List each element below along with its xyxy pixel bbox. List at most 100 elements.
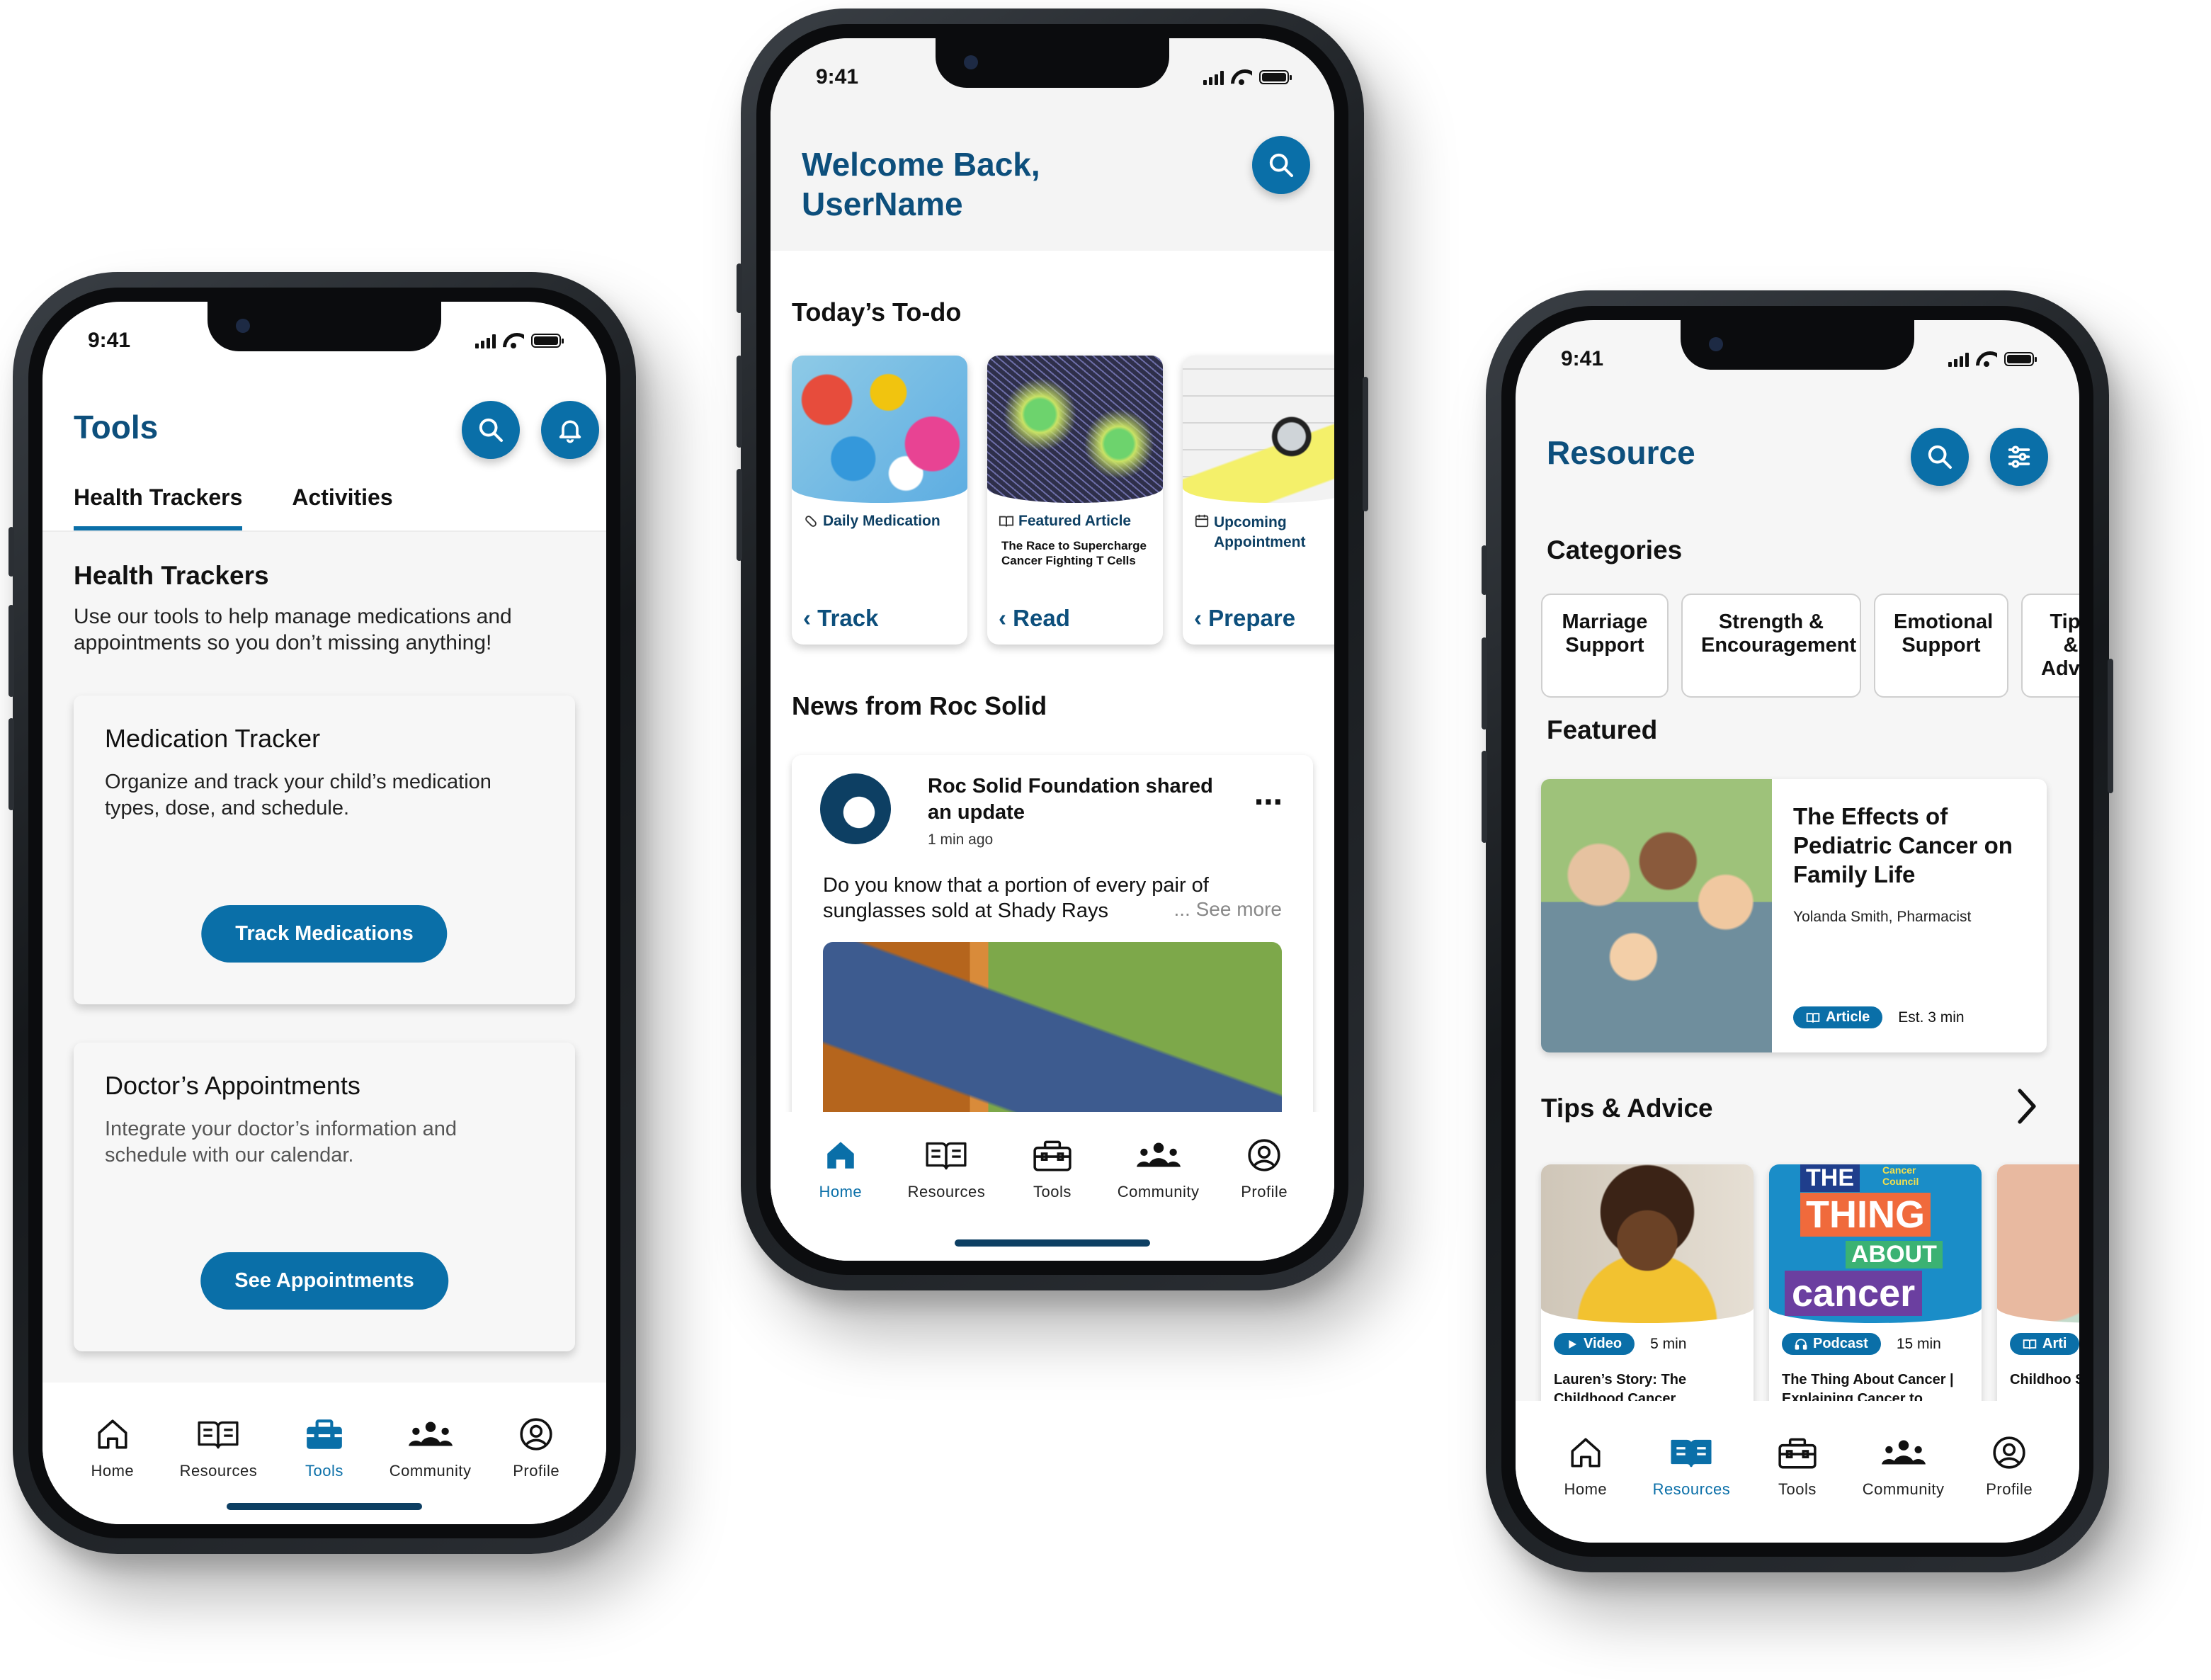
- nav-label: Profile: [1241, 1183, 1288, 1201]
- categories-title: Categories: [1547, 535, 1683, 564]
- card-description: Organize and track your child’s medicati…: [105, 771, 491, 819]
- badge-label: Video: [1584, 1336, 1622, 1351]
- signal-icon: [475, 333, 496, 348]
- see-more-link[interactable]: ... See more: [1173, 898, 1282, 921]
- signal-icon: [1948, 351, 1969, 367]
- duration: 5 min: [1650, 1335, 1687, 1352]
- status-time: 9:41: [1561, 347, 1604, 370]
- doctor-appointments-card: Doctor’s Appointments Integrate your doc…: [74, 1043, 575, 1351]
- nav-home[interactable]: Home: [788, 1137, 894, 1201]
- nav-tools[interactable]: Tools: [1744, 1435, 1851, 1499]
- todo-action-label: Track: [817, 605, 879, 631]
- book-icon: [1671, 1439, 1712, 1468]
- podcast-thing: THING: [1800, 1193, 1931, 1237]
- todo-card-appointment[interactable]: Upcoming Appointment ‹ Prepare: [1183, 356, 1334, 645]
- track-medications-button[interactable]: Track Medications: [201, 905, 448, 963]
- featured-article-title: The Effects of Pediatric Cancer on Famil…: [1793, 803, 2013, 887]
- tip-card-video[interactable]: Video 5 min Lauren’s Story: The Childhoo…: [1541, 1164, 1754, 1434]
- status-time: 9:41: [88, 329, 131, 352]
- search-button[interactable]: [462, 401, 520, 459]
- category-strength-encouragement[interactable]: Strength & Encouragement: [1681, 594, 1861, 698]
- todo-card-medication[interactable]: Daily Medication ‹ Track: [792, 356, 967, 645]
- community-icon: [1136, 1142, 1181, 1167]
- nav-home[interactable]: Home: [1533, 1435, 1639, 1499]
- book-icon: [198, 1421, 239, 1449]
- home-indicator: [227, 1503, 422, 1510]
- todo-tag-label: Upcoming Appointment: [1214, 514, 1306, 550]
- category-tips-advice[interactable]: Tips & Advice: [2021, 594, 2079, 698]
- nav-community[interactable]: Community: [1106, 1137, 1212, 1201]
- read-time: Est. 3 min: [1898, 1009, 1965, 1026]
- featured-title: Featured: [1547, 715, 1658, 744]
- home-icon: [1571, 1438, 1601, 1468]
- see-appointments-button[interactable]: See Appointments: [200, 1252, 448, 1310]
- tab-activities[interactable]: Activities: [292, 484, 392, 531]
- nav-label: Community: [1117, 1183, 1200, 1201]
- nav-label: Resources: [179, 1462, 258, 1480]
- pill-icon: [805, 516, 817, 527]
- podcast-art: THE Cancer Council THING ABOUT cancer: [1769, 1164, 1982, 1323]
- family-photo: [1541, 779, 1772, 1052]
- category-list: Marriage Support Strength & Encouragemen…: [1541, 594, 2079, 698]
- todo-action-label: Prepare: [1208, 605, 1296, 631]
- nav-label: Community: [389, 1462, 472, 1480]
- battery-icon: [531, 334, 564, 348]
- more-options-icon[interactable]: ⋯: [1254, 786, 1285, 819]
- nav-label: Home: [91, 1462, 135, 1480]
- headphones-icon: [1795, 1338, 1807, 1350]
- video-badge: Video: [1554, 1333, 1635, 1355]
- nav-community[interactable]: Community: [377, 1417, 484, 1480]
- search-button[interactable]: [1911, 428, 1969, 486]
- duration: 15 min: [1896, 1335, 1941, 1352]
- nav-resources[interactable]: Resources: [894, 1137, 1000, 1201]
- wifi-icon: [1231, 69, 1252, 85]
- tab-health-trackers[interactable]: Health Trackers: [74, 484, 243, 531]
- tip-card-podcast[interactable]: THE Cancer Council THING ABOUT cancer Po…: [1769, 1164, 1982, 1434]
- todo-tag-label: Featured Article: [1018, 513, 1132, 529]
- pills-image: [792, 356, 967, 503]
- girl-photo: [1541, 1164, 1754, 1323]
- toolbox-icon: [1033, 1140, 1072, 1171]
- track-link[interactable]: ‹ Track: [803, 605, 878, 632]
- podcast-the: THE: [1800, 1164, 1860, 1192]
- todo-tag: Upcoming Appointment: [1183, 503, 1334, 552]
- nav-resources[interactable]: Resources: [166, 1417, 272, 1480]
- roc-solid-logo: [820, 773, 891, 844]
- nav-tools[interactable]: Tools: [999, 1137, 1106, 1201]
- tip-card-article[interactable]: Arti Childhoo Survivors: [1997, 1164, 2079, 1434]
- section-title: Health Trackers: [74, 561, 269, 590]
- filter-sliders-icon: [2008, 445, 2030, 468]
- nav-label: Community: [1862, 1480, 1945, 1498]
- nav-profile[interactable]: Profile: [1956, 1435, 2062, 1499]
- nav-profile[interactable]: Profile: [483, 1417, 589, 1480]
- tools-screen: 9:41 Tools Health Trackers Activities He…: [42, 302, 606, 1524]
- home-screen: 9:41 Welcome Back, UserName Today’s To-d…: [771, 38, 1334, 1261]
- nav-community[interactable]: Community: [1851, 1435, 1957, 1499]
- featured-article-card[interactable]: The Effects of Pediatric Cancer on Famil…: [1541, 779, 2047, 1052]
- todo-tag-label: Daily Medication: [823, 513, 940, 529]
- calendar-icon: [1195, 514, 1209, 528]
- calendar-image: [1183, 356, 1334, 503]
- nav-profile[interactable]: Profile: [1211, 1137, 1317, 1201]
- phone-resource: 9:41 Resource Categories Marriage Suppor…: [1482, 290, 2113, 1572]
- read-link[interactable]: ‹ Read: [999, 605, 1070, 632]
- search-button[interactable]: [1252, 136, 1310, 194]
- category-emotional-support[interactable]: Emotional Support: [1874, 594, 2008, 698]
- filter-button[interactable]: [1990, 428, 2048, 486]
- todo-action-label: Read: [1013, 605, 1070, 631]
- resource-screen: 9:41 Resource Categories Marriage Suppor…: [1516, 320, 2079, 1543]
- tip-title: Childhoo Survivors: [2010, 1372, 2079, 1387]
- search-icon: [1269, 153, 1293, 177]
- chevron-right-icon[interactable]: [2016, 1086, 2038, 1130]
- prepare-link[interactable]: ‹ Prepare: [1194, 605, 1295, 632]
- book-icon: [2023, 1339, 2037, 1349]
- nav-resources[interactable]: Resources: [1639, 1435, 1745, 1499]
- notifications-button[interactable]: [541, 401, 599, 459]
- todo-card-article[interactable]: Featured Article The Race to Supercharge…: [987, 356, 1163, 645]
- nav-tools[interactable]: Tools: [271, 1417, 377, 1480]
- book-icon: [926, 1142, 967, 1170]
- wifi-icon: [503, 333, 524, 348]
- nav-home[interactable]: Home: [59, 1417, 166, 1480]
- category-marriage-support[interactable]: Marriage Support: [1541, 594, 1669, 698]
- nav-label: Profile: [513, 1462, 560, 1480]
